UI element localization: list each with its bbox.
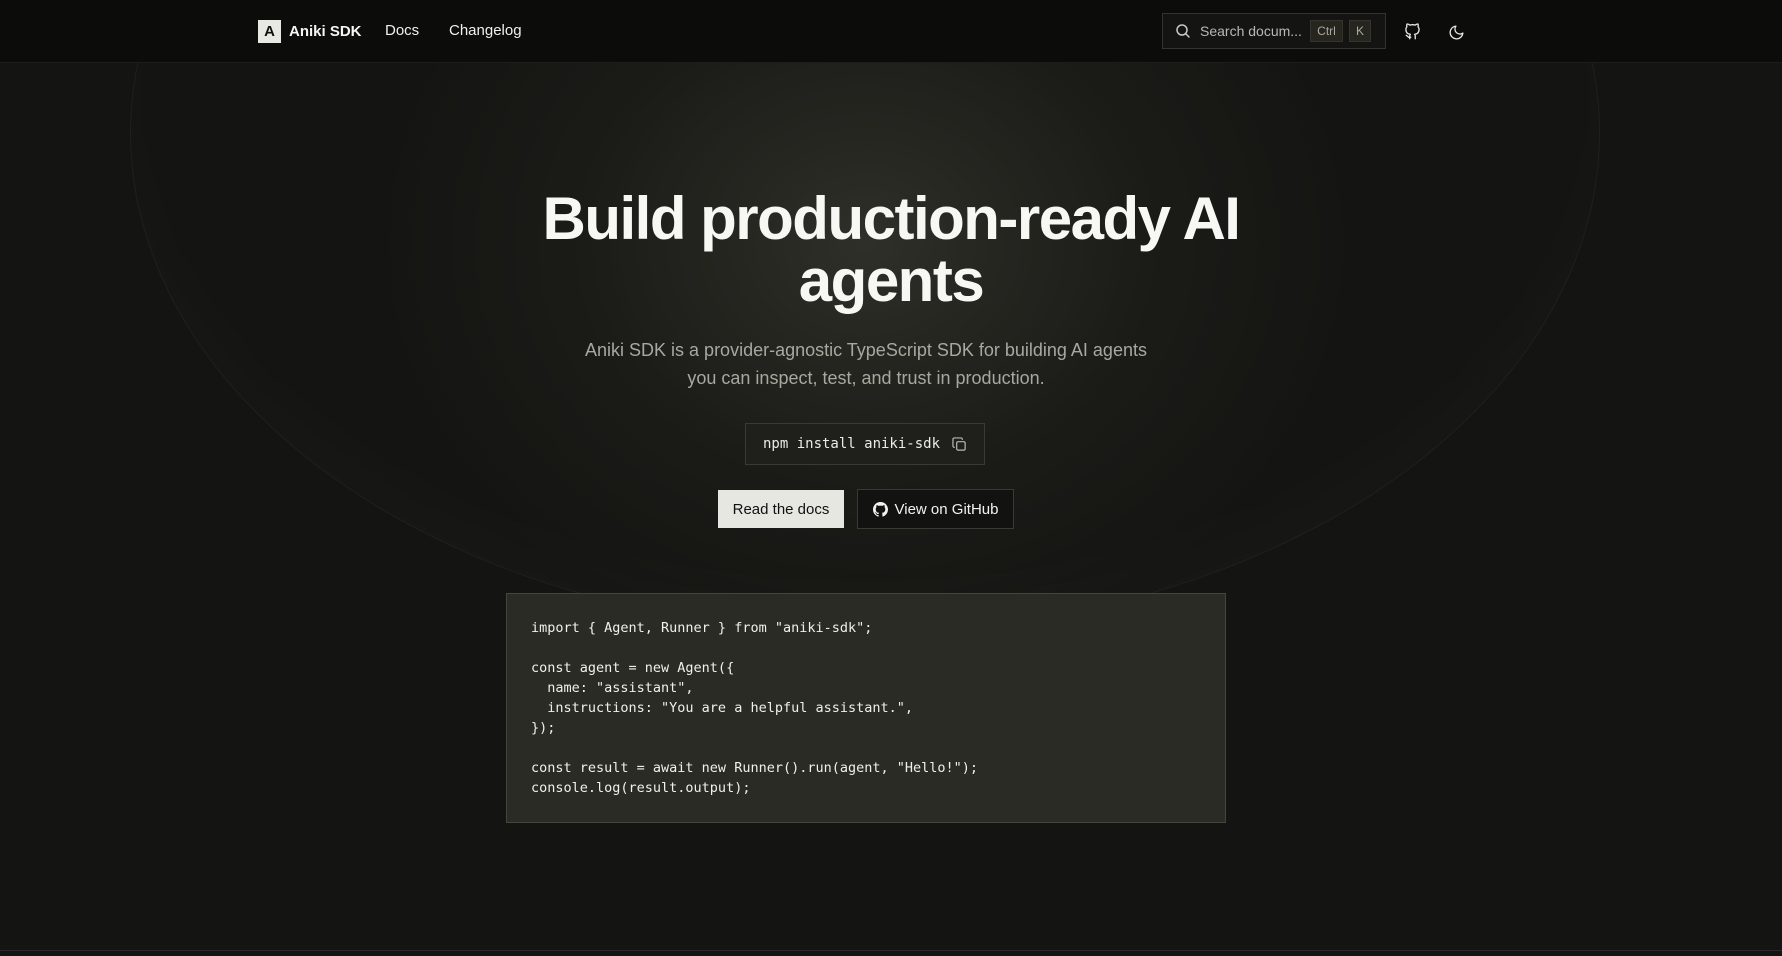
nav-link-docs[interactable]: Docs (385, 22, 419, 39)
code-line: import { Agent, Runner } from "aniki-sdk… (531, 620, 873, 636)
hero-arc-decoration (130, 0, 1600, 633)
hero-subheading: Aniki SDK is a provider-agnostic TypeScr… (566, 336, 1166, 392)
code-line: name: "assistant", (531, 680, 694, 696)
code-sample: import { Agent, Runner } from "aniki-sdk… (506, 593, 1226, 823)
hero-headline: Build production-ready AI agents (391, 188, 1391, 312)
github-icon[interactable] (1401, 20, 1425, 44)
shortcut-key-k: K (1349, 20, 1371, 42)
code-line: }); (531, 720, 556, 736)
view-github-label: View on GitHub (894, 500, 999, 518)
view-github-button[interactable]: View on GitHub (857, 489, 1014, 529)
brand-logo: A (258, 20, 281, 43)
shortcut-key-ctrl: Ctrl (1310, 20, 1343, 42)
nav-link-changelog[interactable]: Changelog (449, 22, 522, 39)
footer-divider (0, 950, 1782, 951)
search-button[interactable]: Search docum... Ctrl K (1162, 13, 1386, 49)
brand-name: Aniki SDK (289, 23, 362, 40)
brand-link[interactable]: A Aniki SDK (258, 20, 362, 43)
hero-headline-line-2: agents (798, 247, 985, 314)
read-docs-button[interactable]: Read the docs (718, 490, 844, 528)
search-icon (1175, 23, 1191, 39)
hero-subheading-line-2: you can inspect, test, and trust in prod… (687, 368, 1045, 388)
copy-icon[interactable] (952, 436, 967, 452)
hero-subheading-line-1: Aniki SDK is a provider-agnostic TypeScr… (585, 340, 1147, 360)
code-line: const agent = new Agent({ (531, 660, 735, 676)
hero-headline-line-1: Build production-ready AI (542, 185, 1241, 252)
code-line: console.log(result.output); (531, 780, 751, 796)
search-placeholder: Search docum... (1200, 23, 1302, 39)
install-command-box[interactable]: npm install aniki-sdk (745, 423, 985, 465)
code-line: instructions: "You are a helpful assista… (531, 700, 914, 716)
install-command: npm install aniki-sdk (763, 436, 941, 452)
top-navigation-bar: A Aniki SDK Docs Changelog Search docum.… (0, 0, 1782, 63)
code-line: const result = await new Runner().run(ag… (531, 760, 979, 776)
moon-icon[interactable] (1444, 20, 1468, 44)
github-logo-icon (872, 501, 888, 517)
